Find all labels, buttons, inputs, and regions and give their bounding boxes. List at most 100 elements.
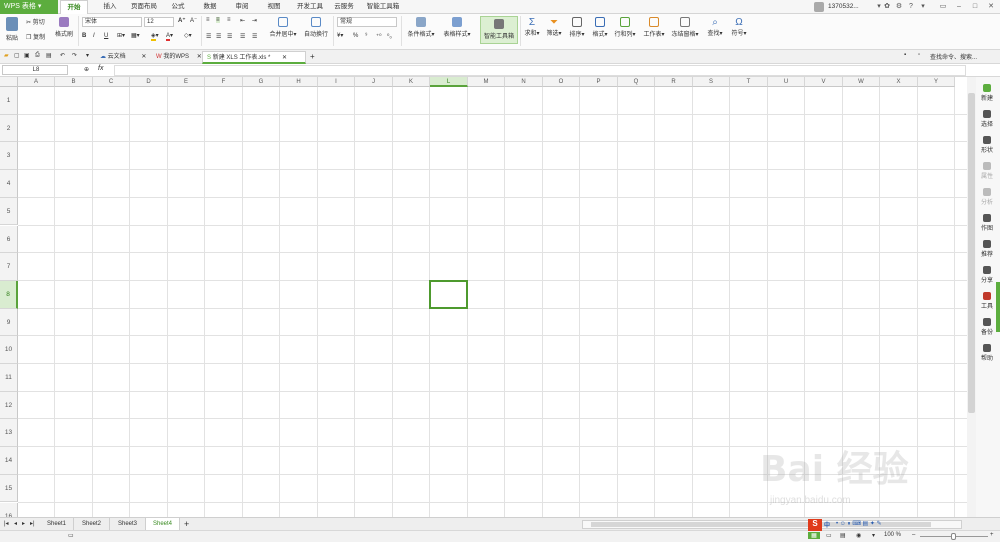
function-button[interactable]: fx <box>98 65 103 72</box>
underline-button[interactable]: U <box>104 33 108 39</box>
increase-font-icon[interactable]: A⁺ <box>178 17 186 24</box>
column-header[interactable]: Y <box>918 77 955 87</box>
panel-item-backup[interactable]: 备份 <box>976 318 998 336</box>
user-name[interactable]: 1370532... <box>828 0 859 14</box>
worksheet-button[interactable]: 工作表▾ <box>641 17 667 38</box>
zoom-out-icon[interactable]: – <box>912 532 915 538</box>
align-middle-icon[interactable]: ≡ <box>216 17 220 23</box>
select-all-corner[interactable] <box>0 77 18 87</box>
sum-button[interactable]: Σ 求和▾ <box>522 17 542 37</box>
format-button[interactable]: 格式▾ <box>590 17 610 38</box>
help-icon[interactable]: ? <box>906 2 916 12</box>
restore-window-icon[interactable]: ▭ <box>938 2 948 12</box>
row-header[interactable]: 11 <box>0 364 18 392</box>
bold-button[interactable]: B <box>82 33 86 39</box>
column-header[interactable]: W <box>843 77 880 87</box>
minimize-icon[interactable]: – <box>954 2 964 12</box>
panel-item-properties[interactable]: 属性 <box>976 162 998 180</box>
row-header[interactable]: 8 <box>0 280 18 309</box>
zoom-dropdown-icon[interactable]: ▾ <box>872 532 875 539</box>
maximize-icon[interactable]: □ <box>970 2 980 12</box>
column-header[interactable]: V <box>805 77 843 87</box>
align-right-icon[interactable]: ☰ <box>227 33 232 40</box>
close-tab-icon[interactable]: ✕ <box>197 54 202 60</box>
font-color-icon[interactable]: A▾ <box>166 32 173 41</box>
column-header[interactable]: K <box>393 77 430 87</box>
column-header[interactable]: A <box>18 77 55 87</box>
horizontal-scrollbar[interactable] <box>582 520 962 529</box>
row-header[interactable]: 13 <box>0 419 18 448</box>
align-bottom-icon[interactable]: ≡ <box>227 17 231 23</box>
sort-button[interactable]: 排序▾ <box>567 17 587 38</box>
column-header[interactable]: S <box>693 77 730 87</box>
normal-view-icon[interactable]: ▦ <box>808 532 820 539</box>
column-header[interactable]: T <box>730 77 768 87</box>
column-header[interactable]: M <box>468 77 505 87</box>
row-header[interactable]: 1 <box>0 87 18 115</box>
row-header[interactable]: 7 <box>0 253 18 281</box>
tab-data[interactable]: 数据 <box>196 0 224 14</box>
message-icon[interactable]: ▪ <box>904 52 906 58</box>
row-col-button[interactable]: 行和列▾ <box>613 17 637 38</box>
conditional-format-button[interactable]: 条件格式▾ <box>404 17 438 38</box>
distribute-icon[interactable]: ☰ <box>252 33 257 40</box>
view-switch-icon[interactable]: ▫ <box>918 52 920 58</box>
column-header[interactable]: R <box>655 77 693 87</box>
panel-item-help[interactable]: 帮助 <box>976 344 998 362</box>
row-header[interactable]: 2 <box>0 114 18 143</box>
last-sheet-icon[interactable]: ▸| <box>30 520 35 527</box>
merge-border-icon[interactable]: ▦▾ <box>131 32 140 39</box>
reading-mode-icon[interactable]: ◉ <box>856 532 861 539</box>
font-size-select[interactable]: 12 <box>144 17 174 27</box>
close-tab-icon[interactable]: ✕ <box>282 55 287 61</box>
freeze-panes-button[interactable]: 冻结窗格▾ <box>670 17 700 38</box>
indent-decrease-icon[interactable]: ⇤ <box>240 17 245 24</box>
clear-format-icon[interactable]: ◇▾ <box>184 32 192 39</box>
zoom-slider-thumb[interactable] <box>951 533 956 540</box>
symbol-button[interactable]: Ω 符号▾ <box>729 17 749 37</box>
border-icon[interactable]: ⊞▾ <box>117 32 125 39</box>
preview-icon[interactable]: ▤ <box>46 52 52 59</box>
tab-cloud[interactable]: 云服务 <box>330 0 358 14</box>
smart-toolbox-button[interactable]: 智能工具箱 <box>480 16 518 44</box>
column-header[interactable]: U <box>768 77 805 87</box>
active-cell[interactable] <box>429 279 468 309</box>
column-header[interactable]: L <box>430 77 468 87</box>
row-header[interactable]: 6 <box>0 225 18 254</box>
column-header[interactable]: H <box>280 77 318 87</box>
next-sheet-icon[interactable]: ▸ <box>22 520 25 527</box>
open-folder-icon[interactable]: ▰ <box>4 52 9 59</box>
panel-item-analysis[interactable]: 分析 <box>976 188 998 206</box>
redo-icon[interactable]: ↷ <box>72 52 77 59</box>
row-header[interactable]: 15 <box>0 474 18 503</box>
undo-icon[interactable]: ↶ <box>60 52 65 59</box>
currency-icon[interactable]: ¥▾ <box>337 32 343 39</box>
column-header[interactable]: B <box>55 77 93 87</box>
panel-item-share[interactable]: 分享 <box>976 266 998 284</box>
tab-review[interactable]: 审阅 <box>228 0 256 14</box>
panel-item-new[interactable]: 新建 <box>976 84 998 102</box>
save-icon[interactable]: ▣ <box>24 52 30 59</box>
column-header[interactable]: X <box>880 77 918 87</box>
decrease-font-icon[interactable]: A⁻ <box>190 17 197 24</box>
ime-toolbar-icons[interactable]: • ☺ ⏸ ⌨ ▤ ✦ ✎ <box>836 520 882 528</box>
column-header[interactable]: G <box>243 77 280 87</box>
first-sheet-icon[interactable]: |◂ <box>4 520 9 527</box>
panel-item-shape[interactable]: 形状 <box>976 136 998 154</box>
more-icon[interactable]: ▾ <box>918 2 928 12</box>
panel-item-tools[interactable]: 工具 <box>976 292 998 310</box>
doc-tab-active-workbook[interactable]: S 新建 XLS 工作表.xls * ✕ <box>202 51 306 64</box>
zoom-formula-icon[interactable]: ⊕ <box>84 66 89 73</box>
find-button[interactable]: ⌕ 查找▾ <box>705 17 725 37</box>
auto-wrap-button[interactable]: 自动换行 <box>302 17 330 38</box>
column-header[interactable]: O <box>543 77 580 87</box>
name-box[interactable]: L8 <box>2 65 68 75</box>
zoom-slider[interactable] <box>920 533 988 540</box>
row-header[interactable]: 4 <box>0 170 18 198</box>
add-sheet-icon[interactable]: + <box>184 519 189 529</box>
column-header[interactable]: C <box>93 77 130 87</box>
column-header[interactable]: F <box>205 77 243 87</box>
tab-developer[interactable]: 开发工具 <box>292 0 328 14</box>
indent-increase-icon[interactable]: ⇥ <box>252 17 257 24</box>
panel-item-select[interactable]: 选择 <box>976 110 998 128</box>
